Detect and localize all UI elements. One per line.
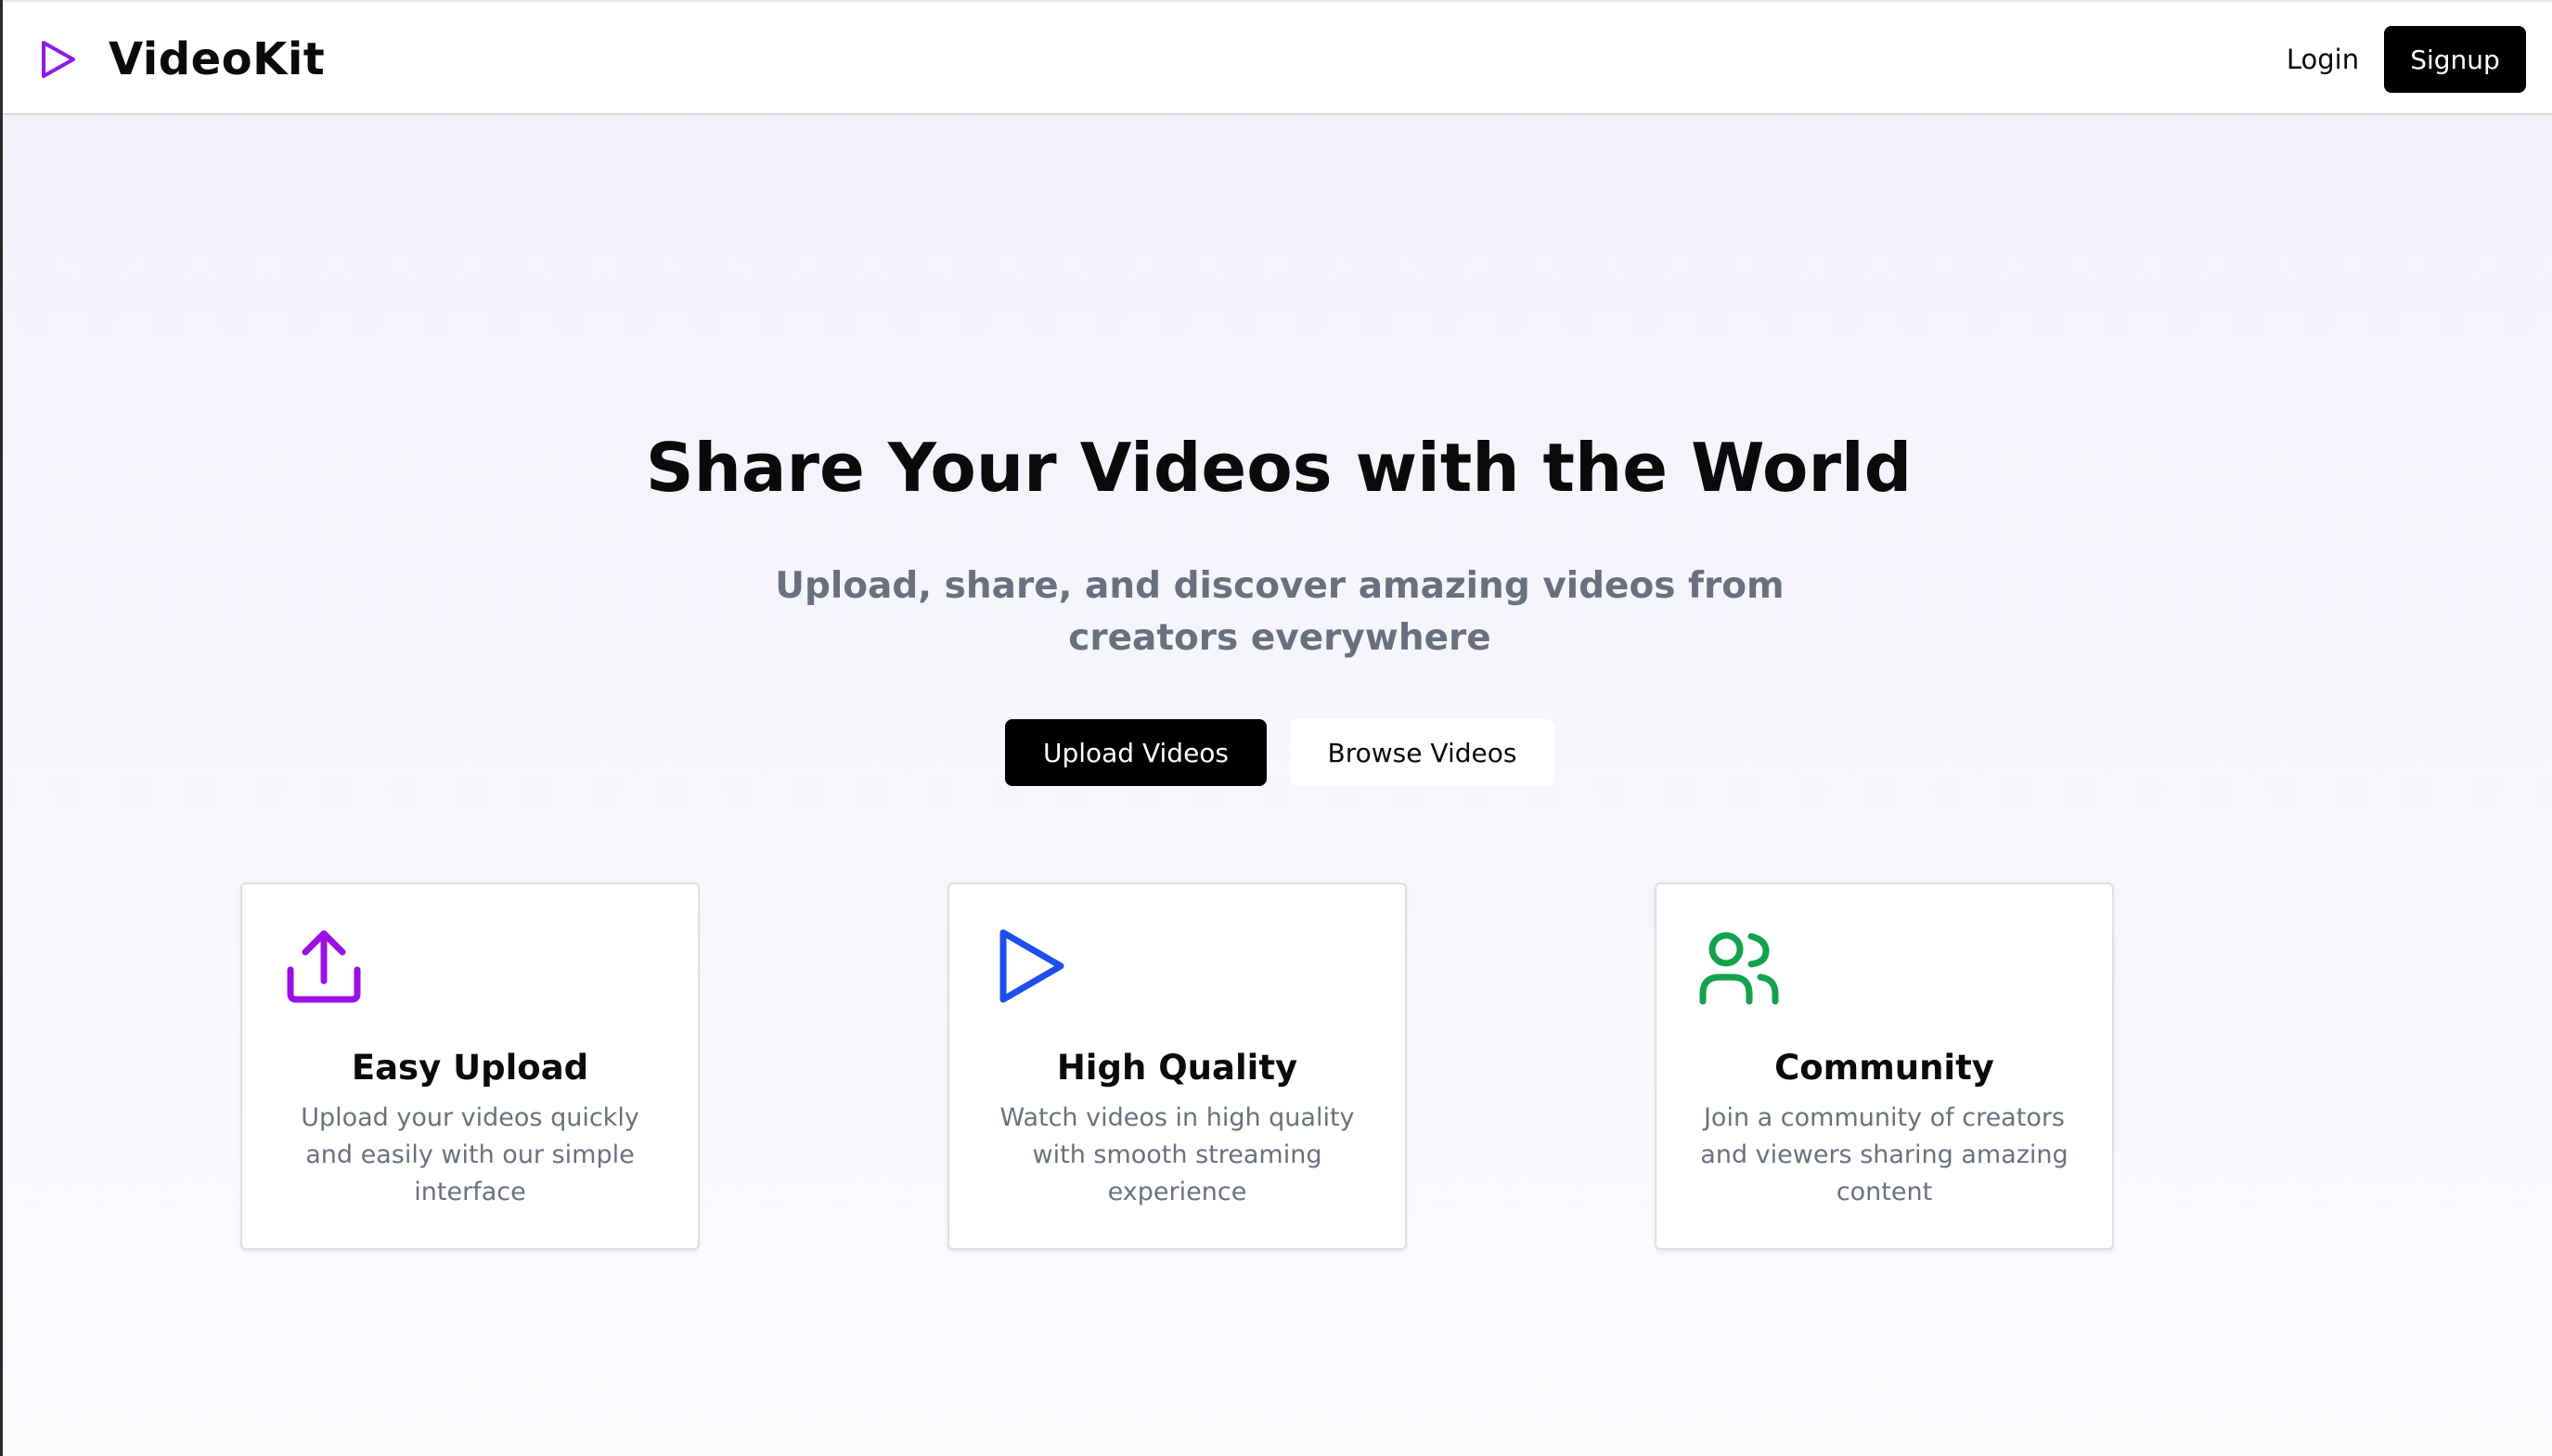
feature-card-easy-upload: Easy Upload Upload your videos quickly a… [240, 883, 700, 1250]
feature-title: Community [1774, 1048, 1994, 1088]
hero-subtitle: Upload, share, and discover amazing vide… [775, 565, 1785, 659]
app-frame: VideoKit Login Signup Share Your Videos … [0, 0, 2552, 1456]
feature-card-community: Community Join a community of creators a… [1655, 883, 2114, 1250]
feature-description: Watch videos in high quality with smooth… [999, 1103, 1355, 1206]
top-navbar: VideoKit Login Signup [3, 0, 2552, 115]
users-icon [1699, 932, 1779, 1005]
brand-logo[interactable]: VideoKit [40, 28, 325, 91]
feature-description: Join a community of creators and viewers… [1700, 1103, 2069, 1206]
browse-videos-button[interactable]: Browse Videos [1290, 719, 1554, 786]
feature-card-high-quality: High Quality Watch videos in high qualit… [947, 883, 1407, 1250]
play-icon [42, 41, 75, 78]
upload-videos-button[interactable]: Upload Videos [1005, 719, 1267, 786]
feature-title: High Quality [1056, 1048, 1298, 1088]
hero-title: Share Your Videos with the World [645, 429, 1913, 507]
feature-title: Easy Upload [351, 1048, 589, 1088]
login-link[interactable]: Login [2258, 26, 2388, 93]
play-icon [999, 929, 1064, 1003]
feature-description: Upload your videos quickly and easily wi… [301, 1103, 639, 1206]
brand-name: VideoKit [109, 33, 326, 85]
upload-icon [287, 930, 361, 1003]
signup-button[interactable]: Signup [2384, 26, 2526, 93]
